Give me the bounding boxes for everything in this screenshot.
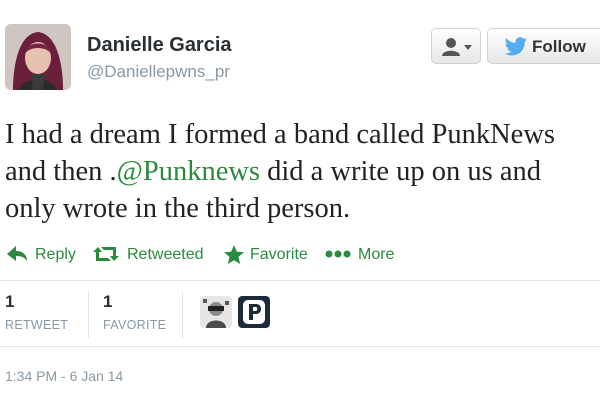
timestamp[interactable]: 1:34 PM - 6 Jan 14 [5, 368, 123, 384]
tweet-text: I had a dream I formed a band called Pun… [5, 116, 597, 227]
mention-link[interactable]: @Punknews [117, 156, 260, 187]
divider [0, 280, 600, 281]
user-actions-dropdown-button[interactable] [431, 28, 481, 64]
avatar-portrait-icon [5, 24, 71, 90]
reply-label: Reply [35, 246, 76, 263]
retweet-button[interactable]: Retweeted [93, 240, 213, 270]
favorite-count: 1 [103, 292, 113, 311]
more-label: More [358, 246, 395, 263]
follow-button[interactable]: Follow [487, 28, 600, 64]
favorite-stat[interactable]: 1 FAVORITE [103, 292, 166, 332]
favorite-caption: FAVORITE [103, 318, 167, 332]
follow-label: Follow [532, 37, 586, 56]
favoriter-avatar[interactable] [200, 296, 232, 328]
retweet-count: 1 [5, 292, 15, 311]
tweet-actions: Reply Retweeted Favorite More [0, 240, 600, 270]
reply-arrow-icon [7, 246, 27, 261]
favoriter-avatar-image [200, 296, 232, 328]
chevron-down-icon [464, 45, 472, 50]
more-dots-icon [325, 250, 351, 258]
divider [0, 346, 600, 347]
screen-name[interactable]: @Daniellepwns_pr [87, 62, 230, 82]
stat-divider [182, 292, 183, 338]
user-icon [442, 38, 472, 56]
display-name[interactable]: Danielle Garcia [87, 34, 232, 57]
retweet-label: Retweeted [127, 246, 204, 263]
favorite-label: Favorite [250, 246, 308, 263]
tweet-header: Danielle Garcia @Daniellepwns_pr Follow [0, 0, 600, 105]
twitter-bird-icon [504, 37, 528, 56]
retweet-icon [93, 247, 119, 261]
favorite-button[interactable]: Favorite [223, 240, 313, 270]
reply-button[interactable]: Reply [5, 240, 85, 270]
avatar[interactable] [5, 24, 71, 90]
star-icon [224, 245, 244, 264]
punknews-logo-icon [238, 296, 270, 328]
stat-divider [88, 292, 89, 338]
retweet-caption: RETWEET [5, 318, 69, 332]
favoriter-avatar[interactable] [238, 296, 270, 328]
more-button[interactable]: More [324, 240, 404, 270]
retweet-stat[interactable]: 1 RETWEET [5, 292, 68, 332]
